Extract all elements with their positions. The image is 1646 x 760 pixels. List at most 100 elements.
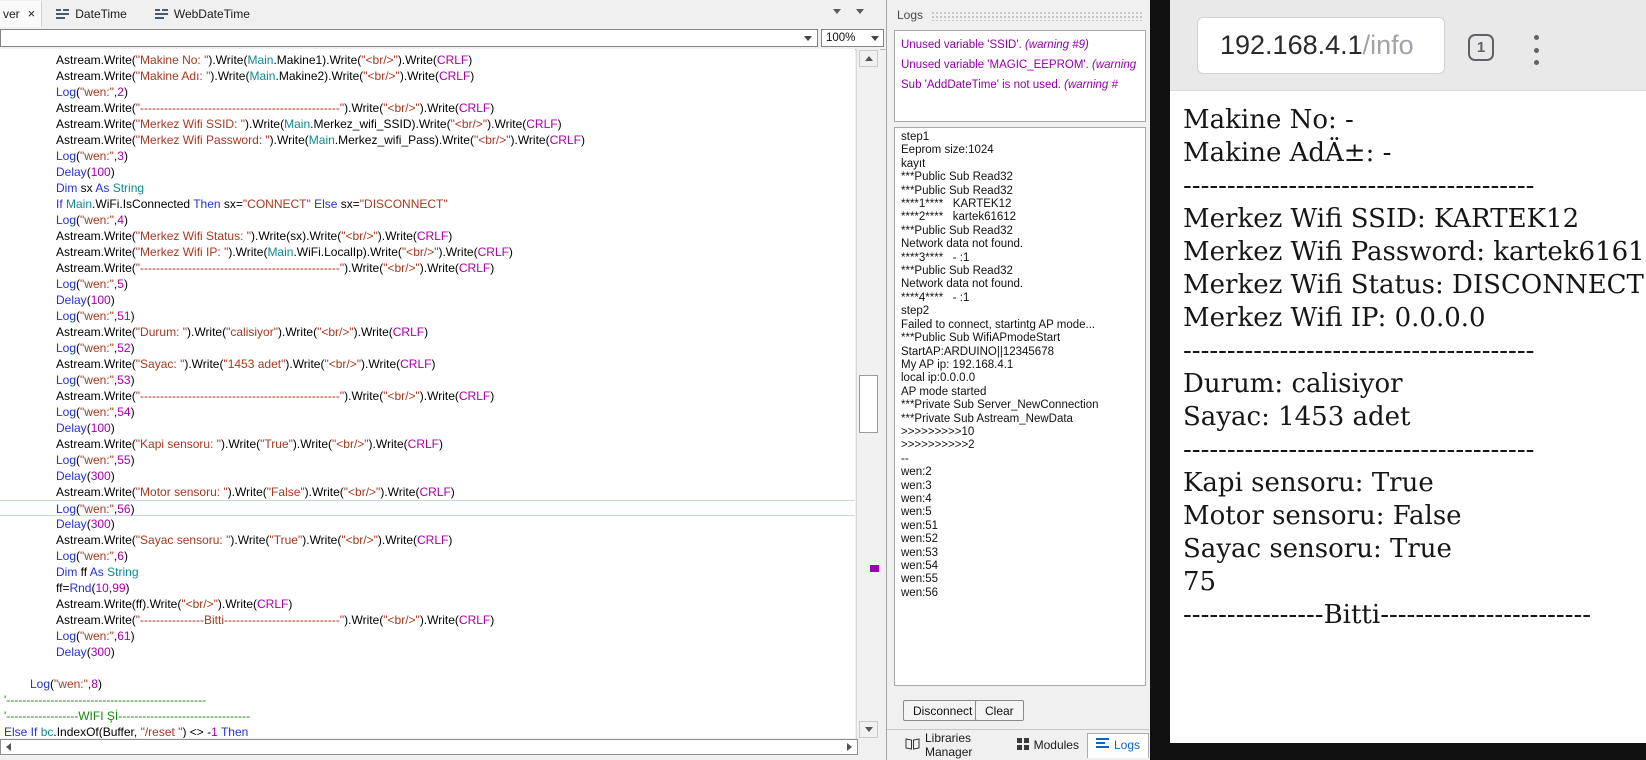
code-line[interactable]: '---------------------------------------… <box>0 692 855 708</box>
browser-menu-icon[interactable] <box>1534 35 1540 65</box>
code-line[interactable]: Astream.Write("-------------------------… <box>0 388 855 404</box>
phone-text-line: Durum: calisiyor <box>1183 369 1403 399</box>
code-line[interactable]: Log("wen:",6) <box>0 548 855 564</box>
code-line[interactable]: Log("wen:",52) <box>0 340 855 356</box>
code-line[interactable]: Log("wen:",2) <box>0 84 855 100</box>
disconnect-button[interactable]: Disconnect <box>903 700 983 721</box>
log-line: ***Public Sub Read32 <box>901 184 1013 197</box>
warning-line: Sub 'AddDateTime' is not used. (warning … <box>901 79 1118 91</box>
log-line: wen:51 <box>901 519 939 532</box>
code-line[interactable]: Log("wen:",8) <box>0 676 855 692</box>
log-line: wen:4 <box>901 492 932 505</box>
code-line[interactable]: Log("wen:",54) <box>0 404 855 420</box>
module-icon <box>56 8 70 20</box>
code-line[interactable]: Log("wen:",55) <box>0 452 855 468</box>
code-line[interactable]: Astream.Write("Makine No: ").Write(Main.… <box>0 52 855 68</box>
code-line[interactable]: Else If bc.IndexOf(Buffer, "/reset ") <>… <box>0 724 855 738</box>
sub-selector-combobox[interactable] <box>0 29 818 47</box>
code-line[interactable]: ff=Rnd(10,99) <box>0 580 855 596</box>
phone-text-line: Motor sensoru: False <box>1183 501 1462 531</box>
code-line[interactable]: Delay(300) <box>0 516 855 532</box>
scrollbar-thumb[interactable] <box>859 375 878 433</box>
scroll-left-button[interactable] <box>2 742 15 752</box>
chevron-down-icon <box>804 35 812 41</box>
code-line[interactable]: Log("wen:",61) <box>0 628 855 644</box>
bookmark-marker <box>870 565 879 572</box>
code-line[interactable]: Delay(300) <box>0 468 855 484</box>
code-line[interactable]: Astream.Write("Sayac sensoru: ").Write("… <box>0 532 855 548</box>
editor-zoom-control[interactable]: 100% <box>821 29 884 47</box>
log-line: wen:55 <box>901 573 939 586</box>
code-line[interactable]: Astream.Write("-------------------------… <box>0 260 855 276</box>
right-panel-tab-bar: Libraries Manager Modules Logs <box>887 729 1149 760</box>
warning-line: Unused variable 'SSID'. (warning #9) <box>901 39 1089 51</box>
editor-zoom-value: 100% <box>826 32 856 44</box>
web-page-content: Makine No: - Makine AdÄ±: - --------------… <box>1170 91 1646 743</box>
log-line: My AP ip: 192.168.4.1 <box>901 358 1014 371</box>
phone-browser-screenshot: 192.168.4.1 /info 1 Makine No: - Makine A… <box>1150 0 1646 760</box>
code-line[interactable]: Dim ff As String <box>0 564 855 580</box>
log-line: wen:5 <box>901 506 932 519</box>
log-line: Network data not found. <box>901 278 1024 291</box>
tab-libraries-manager[interactable]: Libraries Manager <box>897 727 1009 760</box>
close-icon[interactable]: × <box>28 7 36 20</box>
log-output-box[interactable]: step1 Eeprom size:1024 kayıt ***Public Sub … <box>894 127 1146 686</box>
compiler-warnings-box[interactable]: Unused variable 'SSID'. (warning #9) Unus… <box>894 30 1146 122</box>
code-line[interactable]: Delay(100) <box>0 292 855 308</box>
book-icon <box>905 737 920 753</box>
scroll-down-button[interactable] <box>859 721 878 738</box>
log-line: wen:53 <box>901 546 939 559</box>
log-line: ***Private Sub Server_NewConnection <box>901 399 1099 412</box>
url-path: /info <box>1362 30 1414 60</box>
code-line[interactable]: Astream.Write("Kapi sensoru: ").Write("T… <box>0 436 855 452</box>
code-line[interactable]: Astream.Write("Sayac: ").Write("1453 ade… <box>0 356 855 372</box>
code-line[interactable]: Log("wen:",56) <box>0 500 855 516</box>
tab-logs-label: Logs <box>1113 738 1140 752</box>
log-line: wen:56 <box>901 586 939 599</box>
tab-datetime-label: DateTime <box>75 6 127 21</box>
code-line[interactable]: Log("wen:",5) <box>0 276 855 292</box>
code-line[interactable]: Astream.Write("-------------------------… <box>0 100 855 116</box>
log-line: ****2**** kartek61612 <box>901 211 1017 224</box>
code-line[interactable]: Log("wen:",4) <box>0 212 855 228</box>
code-line[interactable]: Astream.Write("Durum: ").Write("calisiyo… <box>0 324 855 340</box>
code-line[interactable]: Astream.Write("----------------Bitti----… <box>0 612 855 628</box>
code-line[interactable]: Astream.Write("Merkez Wifi Status: ").Wr… <box>0 228 855 244</box>
tab-server-partial[interactable]: ver × <box>0 0 43 27</box>
panel-drag-texture[interactable] <box>931 11 1143 21</box>
tab-overflow-arrow-icon[interactable] <box>856 9 864 14</box>
log-line: ***Public Sub Read32 <box>901 224 1013 237</box>
code-line[interactable]: Delay(100) <box>0 164 855 180</box>
code-line[interactable]: Astream.Write("Merkez Wifi IP: ").Write(… <box>0 244 855 260</box>
tab-datetime[interactable]: DateTime <box>42 1 141 27</box>
tab-logs[interactable]: Logs <box>1086 733 1149 758</box>
tab-count-button[interactable]: 1 <box>1468 34 1494 61</box>
code-line[interactable]: Astream.Write("Merkez Wifi SSID: ").Writ… <box>0 116 855 132</box>
code-editor[interactable]: Astream.Write("Makine No: ").Write(Main.… <box>0 49 855 738</box>
code-line[interactable] <box>0 660 855 676</box>
code-line[interactable]: Log("wen:",3) <box>0 148 855 164</box>
log-line: wen:54 <box>901 560 939 572</box>
phone-frame-edge <box>1150 743 1646 760</box>
editor-vertical-scrollbar[interactable] <box>856 49 880 739</box>
editor-horizontal-scrollbar[interactable] <box>0 739 858 755</box>
code-line[interactable]: '------------------WIFI Şİ--------------… <box>0 708 855 724</box>
code-line[interactable]: Dim sx As String <box>0 180 855 196</box>
address-bar[interactable]: 192.168.4.1 /info <box>1197 17 1445 74</box>
tab-modules[interactable]: Modules <box>1009 734 1087 757</box>
scroll-right-button[interactable] <box>843 742 856 752</box>
scroll-up-button[interactable] <box>859 50 878 67</box>
code-line[interactable]: If Main.WiFi.IsConnected Then sx="CONNEC… <box>0 196 855 212</box>
code-line[interactable]: Log("wen:",53) <box>0 372 855 388</box>
code-line[interactable]: Delay(300) <box>0 644 855 660</box>
tab-scroll-arrow-icon[interactable] <box>833 9 841 14</box>
code-line[interactable]: Astream.Write("Makine Adı: ").Write(Main… <box>0 68 855 84</box>
code-line[interactable]: Astream.Write(ff).Write("<br/>").Write(C… <box>0 596 855 612</box>
code-line[interactable]: Log("wen:",51) <box>0 308 855 324</box>
code-line[interactable]: Delay(100) <box>0 420 855 436</box>
code-line[interactable]: Astream.Write("Merkez Wifi Password: ").… <box>0 132 855 148</box>
arrow-up-icon <box>864 56 873 61</box>
clear-button[interactable]: Clear <box>975 700 1024 721</box>
tab-webdatetime[interactable]: WebDateTime <box>141 1 264 27</box>
code-line[interactable]: Astream.Write("Motor sensoru: ").Write("… <box>0 484 855 500</box>
